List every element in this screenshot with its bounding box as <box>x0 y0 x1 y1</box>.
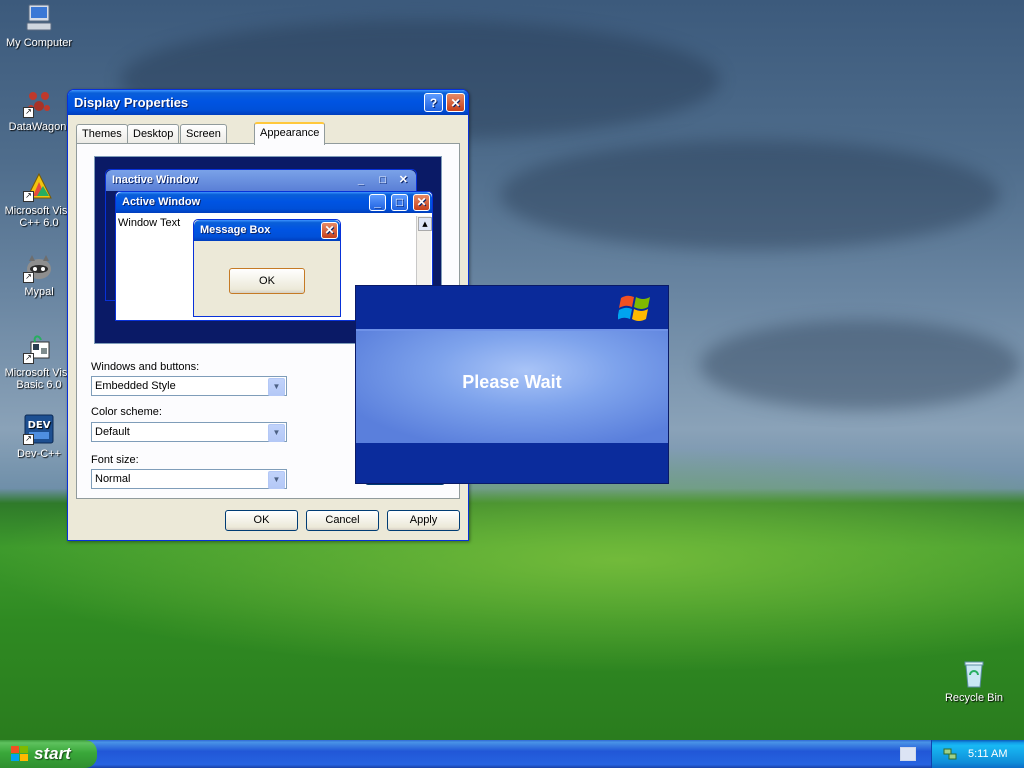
please-wait-dialog: Please Wait <box>355 285 669 484</box>
close-button[interactable]: ✕ <box>446 93 465 112</box>
desktop-icon-label: Recycle Bin <box>944 692 1004 704</box>
select-value: Embedded Style <box>95 380 176 392</box>
wallpaper-cloud <box>500 140 1000 250</box>
window-titlebar[interactable]: Display Properties ? ✕ <box>68 90 468 115</box>
color-scheme-label: Color scheme: <box>91 406 162 418</box>
desktop-icon-my-computer[interactable]: My Computer <box>0 2 78 49</box>
preview-active-title: Active Window <box>122 196 201 208</box>
windows-flag-icon <box>11 746 28 761</box>
select-value: Default <box>95 426 130 438</box>
close-icon: ✕ <box>398 174 408 186</box>
visual-cpp-icon: ↗ <box>23 170 55 202</box>
preview-active-titlebar: Active Window _ □ ✕ <box>116 192 432 213</box>
shortcut-arrow-icon: ↗ <box>23 272 34 283</box>
tab-label: Desktop <box>133 128 174 140</box>
scroll-up-icon: ▲ <box>418 217 432 231</box>
ok-button[interactable]: OK <box>225 510 298 531</box>
clock[interactable]: 5:11 AM <box>968 740 1008 768</box>
taskbar: start 5:11 AM <box>0 740 1024 768</box>
close-icon: ✕ <box>450 96 461 110</box>
window-title: Display Properties <box>74 95 189 110</box>
chevron-down-icon[interactable]: ▼ <box>268 424 285 442</box>
system-tray: 5:11 AM <box>931 740 1024 768</box>
network-icon[interactable] <box>942 746 958 762</box>
dev-cpp-icon: DEV ↗ <box>23 413 55 445</box>
desktop-icon-recycle-bin[interactable]: Recycle Bin <box>935 657 1013 704</box>
preview-message-box-titlebar: Message Box ✕ <box>194 220 340 241</box>
computer-icon <box>23 2 55 34</box>
windows-and-buttons-label: Windows and buttons: <box>91 361 200 373</box>
please-wait-text: Please Wait <box>462 372 562 392</box>
maximize-icon: □ <box>379 174 386 186</box>
preview-inactive-title: Inactive Window <box>112 174 199 186</box>
cancel-button[interactable]: Cancel <box>306 510 379 531</box>
start-button[interactable]: start <box>0 740 97 768</box>
help-icon: ? <box>429 96 438 110</box>
preview-ok-label: OK <box>259 275 275 287</box>
help-button[interactable]: ? <box>424 93 443 112</box>
close-icon: ✕ <box>321 222 338 239</box>
tab-label: Themes <box>82 128 122 140</box>
start-label: start <box>34 744 71 763</box>
apply-label: Apply <box>409 514 438 526</box>
color-scheme-select[interactable]: Default ▼ <box>91 422 287 442</box>
preview-inactive-titlebar: Inactive Window _ □ ✕ <box>106 170 416 191</box>
desktop-icon-label: My Computer <box>5 37 73 49</box>
windows-logo-icon <box>618 295 650 321</box>
tab-label: Appearance <box>260 127 320 139</box>
minimize-icon: _ <box>357 174 364 186</box>
shortcut-arrow-icon: ↗ <box>23 191 34 202</box>
tab-desktop[interactable]: Desktop <box>127 124 180 143</box>
tab-themes[interactable]: Themes <box>76 124 128 143</box>
visual-basic-icon: ↗ <box>23 332 55 364</box>
please-wait-header <box>356 286 668 329</box>
cancel-label: Cancel <box>325 514 360 526</box>
recycle-bin-icon <box>958 657 990 689</box>
preview-message-box-ok: OK <box>229 268 305 294</box>
select-value: Normal <box>95 473 131 485</box>
ok-label: OK <box>253 514 270 526</box>
maximize-icon: □ <box>391 194 408 211</box>
font-size-select[interactable]: Normal ▼ <box>91 469 287 489</box>
close-icon: ✕ <box>413 194 430 211</box>
please-wait-footer <box>356 443 668 483</box>
keyboard-icon[interactable] <box>900 747 916 761</box>
shortcut-arrow-icon: ↗ <box>23 353 34 364</box>
raccoon-icon: ↗ <box>23 251 55 283</box>
tab-appearance[interactable]: Appearance <box>254 122 326 145</box>
tab-screen-saver[interactable]: Screen Saver <box>180 124 227 158</box>
shortcut-arrow-icon: ↗ <box>23 107 34 118</box>
datawagon-icon: ↗ <box>23 86 55 118</box>
apply-button[interactable]: Apply <box>387 510 460 531</box>
wallpaper-cloud <box>700 320 1020 410</box>
preview-message-box-title: Message Box <box>200 224 271 236</box>
chevron-down-icon[interactable]: ▼ <box>268 378 285 396</box>
preview-window-text: Window Text <box>118 217 181 229</box>
svg-text:DEV: DEV <box>28 420 51 431</box>
preview-message-box: Message Box ✕ OK <box>193 219 341 317</box>
shortcut-arrow-icon: ↗ <box>23 434 34 445</box>
minimize-icon: _ <box>369 194 386 211</box>
font-size-label: Font size: <box>91 454 139 466</box>
windows-and-buttons-select[interactable]: Embedded Style ▼ <box>91 376 287 396</box>
chevron-down-icon[interactable]: ▼ <box>268 471 285 489</box>
